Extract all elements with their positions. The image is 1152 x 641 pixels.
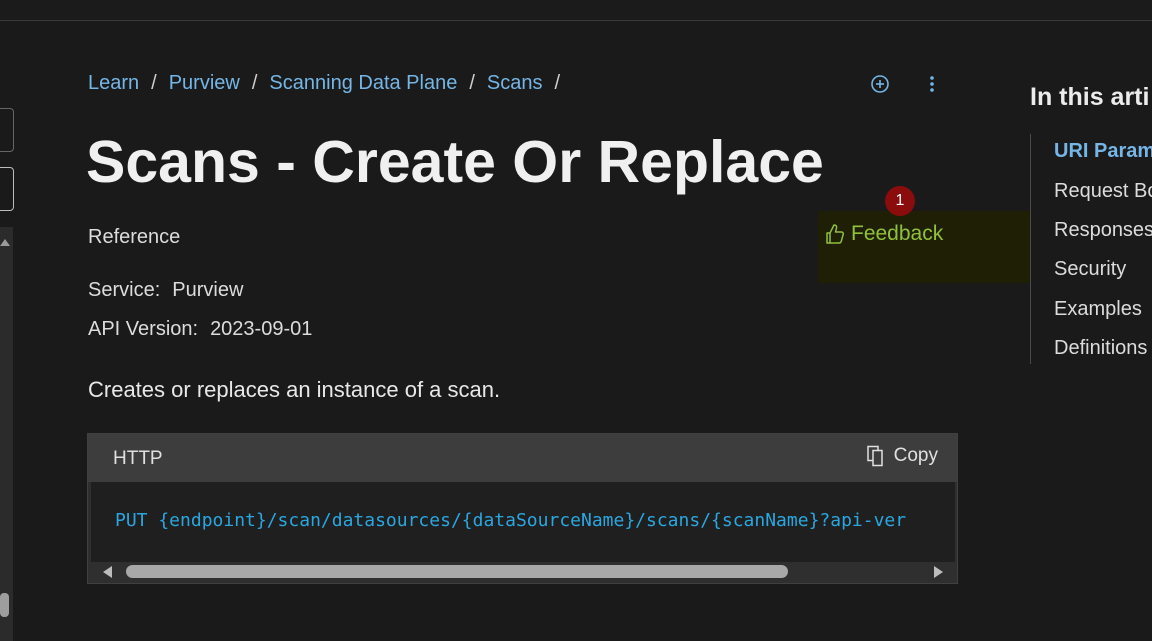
copy-icon bbox=[866, 445, 883, 467]
toc-item-security[interactable]: Security bbox=[1054, 258, 1126, 281]
breadcrumb-learn[interactable]: Learn bbox=[88, 72, 139, 95]
code-body: PUT {endpoint}/scan/datasources/{dataSou… bbox=[91, 482, 955, 564]
breadcrumb-separator: / bbox=[469, 72, 475, 94]
toc-heading: In this arti bbox=[1030, 83, 1150, 111]
toc-item-definitions[interactable]: Definitions bbox=[1054, 337, 1147, 360]
table-of-contents: URI Param Request Bo Responses Security … bbox=[1030, 134, 1152, 364]
code-language-label: HTTP bbox=[113, 448, 163, 469]
feedback-button[interactable]: Feedback bbox=[825, 222, 943, 246]
toc-item-uri-parameters[interactable]: URI Param bbox=[1054, 140, 1152, 163]
service-value: Purview bbox=[172, 279, 244, 301]
api-version-label: API Version: bbox=[88, 318, 199, 340]
api-version-row: API Version: 2023-09-01 bbox=[88, 318, 312, 341]
rail-control-top[interactable] bbox=[0, 108, 14, 152]
breadcrumb-scans[interactable]: Scans bbox=[487, 72, 543, 95]
code-header: HTTP Copy bbox=[88, 434, 957, 482]
breadcrumb-separator: / bbox=[554, 72, 561, 94]
toc-item-request-body[interactable]: Request Bo bbox=[1054, 180, 1152, 203]
thumbs-up-icon bbox=[826, 224, 845, 244]
circle-plus-icon[interactable] bbox=[868, 72, 892, 96]
breadcrumb-scanning-data-plane[interactable]: Scanning Data Plane bbox=[269, 72, 457, 95]
horizontal-scrollbar-thumb[interactable] bbox=[126, 565, 788, 578]
scroll-left-arrow-icon[interactable] bbox=[103, 566, 112, 578]
scroll-right-arrow-icon[interactable] bbox=[934, 566, 943, 578]
breadcrumb-separator: / bbox=[151, 72, 157, 94]
scrollbar-thumb[interactable] bbox=[0, 593, 9, 617]
left-rail bbox=[0, 20, 16, 641]
code-line: PUT {endpoint}/scan/datasources/{dataSou… bbox=[115, 510, 907, 531]
notification-badge: 1 bbox=[885, 186, 915, 216]
toc-item-responses[interactable]: Responses bbox=[1054, 219, 1152, 242]
service-label: Service: bbox=[88, 279, 161, 301]
breadcrumb: Learn / Purview / Scanning Data Plane / … bbox=[88, 72, 572, 95]
reference-label: Reference bbox=[88, 226, 181, 248]
scroll-up-arrow-icon[interactable] bbox=[0, 239, 10, 246]
code-block: HTTP Copy PUT {endpoint}/scan/datasource… bbox=[87, 433, 958, 584]
copy-label: Copy bbox=[893, 445, 938, 466]
service-row: Service: Purview bbox=[88, 279, 243, 302]
page-title: Scans - Create Or Replace bbox=[86, 129, 824, 195]
rail-control-bottom[interactable] bbox=[0, 167, 14, 211]
code-horizontal-scrollbar[interactable] bbox=[91, 562, 955, 582]
breadcrumb-separator: / bbox=[251, 72, 258, 94]
left-scrollbar[interactable] bbox=[0, 227, 13, 641]
vertical-ellipsis-icon[interactable] bbox=[920, 72, 944, 96]
feedback-label: Feedback bbox=[851, 222, 944, 245]
toc-item-examples[interactable]: Examples bbox=[1054, 298, 1142, 321]
api-version-value: 2023-09-01 bbox=[210, 318, 313, 340]
breadcrumb-purview[interactable]: Purview bbox=[169, 72, 240, 95]
copy-button[interactable]: Copy bbox=[866, 445, 938, 467]
page-description: Creates or replaces an instance of a sca… bbox=[88, 377, 501, 402]
top-bar bbox=[0, 0, 1152, 21]
